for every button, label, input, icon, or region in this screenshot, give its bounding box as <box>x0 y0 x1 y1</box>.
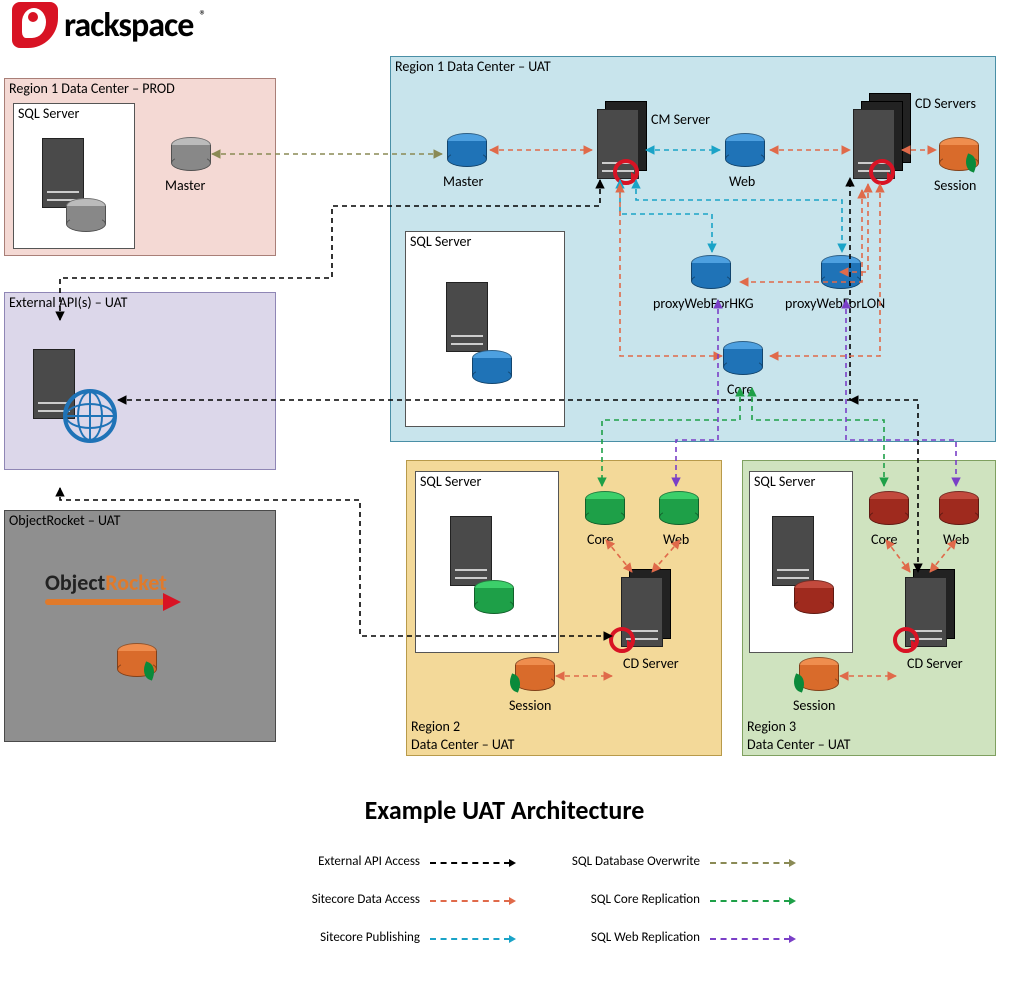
region-prod: Region 1 Data Center – PROD SQL Server M… <box>4 78 276 256</box>
db-web-uat2 <box>659 491 699 525</box>
db-web-uat <box>725 133 765 167</box>
db-proxy-lon-label: proxyWebForLON <box>785 295 885 312</box>
db-session-uat2-label: Session <box>509 697 551 714</box>
db-session-uat1-label: Session <box>934 177 976 194</box>
region-uat3: SQL Server Core Web CD Server Session Re… <box>742 460 996 756</box>
db-core-uat3 <box>869 491 909 525</box>
region-ext-title: External API(s) – UAT <box>9 294 127 311</box>
region-ext-apis: External API(s) – UAT <box>4 292 276 470</box>
region-uat3-title-a: Region 3 <box>747 718 796 735</box>
db-web-uat-label: Web <box>729 173 755 190</box>
sql-label: SQL Server <box>18 105 79 122</box>
legend-sql-overwrite: SQL Database Overwrite <box>420 854 700 869</box>
sql-label: SQL Server <box>410 233 471 250</box>
server-icon <box>446 282 488 352</box>
sitecore-ring-icon <box>869 159 895 185</box>
database-icon <box>474 580 514 614</box>
region-objectrocket: ObjectRocket – UAT ObjectRocket <box>4 510 276 742</box>
db-core-uat2 <box>585 491 625 525</box>
db-core-uat1 <box>723 341 763 375</box>
sql-box-uat2: SQL Server <box>415 471 559 653</box>
sitecore-ring-icon <box>893 627 919 653</box>
region-uat2: SQL Server Core Web CD Server Session Re… <box>406 460 722 756</box>
db-web-uat3-label: Web <box>943 531 969 548</box>
db-session-uat2 <box>515 657 555 691</box>
rackspace-logo: rackspace ® <box>12 2 206 48</box>
region-uat1: Region 1 Data Center – UAT Master CM Ser… <box>390 56 996 442</box>
region-uat3-title-b: Data Center – UAT <box>747 736 850 753</box>
cm-server-label: CM Server <box>651 111 710 128</box>
legend-sitecore-pub: Sitecore Publishing <box>140 930 420 945</box>
sql-box-prod: SQL Server <box>13 103 135 249</box>
legend-sql-core-rep: SQL Core Replication <box>420 892 700 907</box>
db-master-uat <box>447 133 487 167</box>
globe-icon <box>63 389 117 443</box>
cd-server-label: CD Server <box>623 655 679 672</box>
diagram-title: Example UAT Architecture <box>0 794 1009 826</box>
sql-box-uat3: SQL Server <box>749 471 853 653</box>
db-session-uat3 <box>799 657 839 691</box>
sql-label: SQL Server <box>754 473 815 490</box>
database-icon <box>794 580 834 614</box>
db-proxy-hkg <box>691 255 731 289</box>
region-uat2-title-a: Region 2 <box>411 718 460 735</box>
db-master-prod-label: Master <box>165 177 205 194</box>
brand-text: rackspace <box>64 5 193 46</box>
legend-sitecore-data: Sitecore Data Access <box>140 892 420 907</box>
server-icon <box>450 516 492 586</box>
sitecore-ring-icon <box>613 159 639 185</box>
db-core-uat1-label: Core <box>727 381 754 398</box>
cd-server-label: CD Server <box>907 655 963 672</box>
database-icon <box>66 198 106 232</box>
db-web-uat2-label: Web <box>663 531 689 548</box>
db-core-uat2-label: Core <box>587 531 614 548</box>
objectrocket-logo: ObjectRocket <box>45 569 167 596</box>
sql-box-uat1: SQL Server <box>405 231 565 427</box>
cd-servers-label: CD Servers <box>915 95 976 112</box>
db-master-uat-label: Master <box>443 173 483 190</box>
region-prod-title: Region 1 Data Center – PROD <box>9 80 175 97</box>
db-proxy-lon <box>821 255 861 289</box>
legend-ext-api: External API Access <box>140 854 420 869</box>
legend-sql-web-rep: SQL Web Replication <box>420 930 700 945</box>
sitecore-ring-icon <box>609 627 635 653</box>
sql-label: SQL Server <box>420 473 481 490</box>
db-session-uat3-label: Session <box>793 697 835 714</box>
database-icon <box>472 350 512 384</box>
db-core-uat3-label: Core <box>871 531 898 548</box>
db-master-prod <box>171 137 211 171</box>
server-icon <box>772 516 814 586</box>
db-web-uat3 <box>939 491 979 525</box>
region-uat1-title: Region 1 Data Center – UAT <box>395 58 551 75</box>
region-uat2-title-b: Data Center – UAT <box>411 736 514 753</box>
db-proxy-hkg-label: proxyWebForHKG <box>653 295 754 312</box>
region-orock-title: ObjectRocket – UAT <box>9 512 120 529</box>
